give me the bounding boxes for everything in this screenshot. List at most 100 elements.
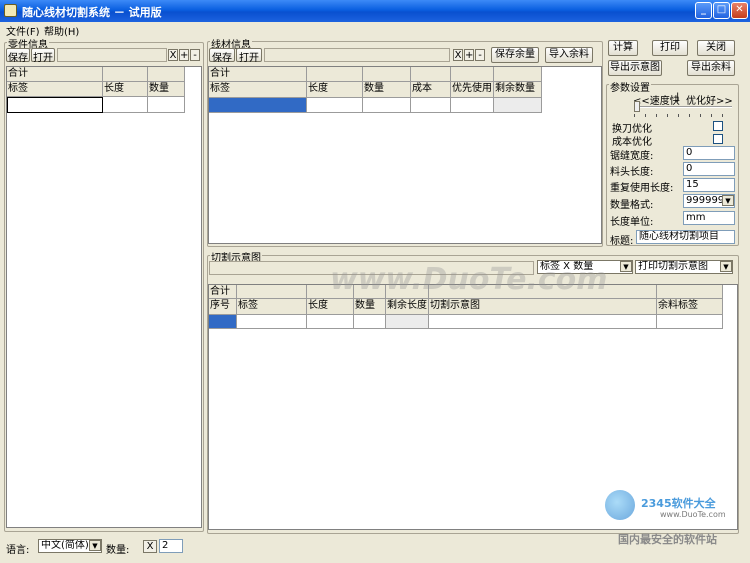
stock-row-qty-cell[interactable] xyxy=(363,98,411,113)
close-button[interactable]: 关闭 xyxy=(697,40,735,56)
cut-grid[interactable]: 合计 序号 标签 长度 数量 剩余长度 切割示意图 余料标签 xyxy=(208,284,738,530)
stock-add-button[interactable]: + xyxy=(464,49,474,61)
save-remain-button[interactable]: 保存余量 xyxy=(491,47,539,63)
parts-col-label[interactable]: 标签 xyxy=(7,82,103,97)
quantity-clear-button[interactable]: X xyxy=(143,540,157,553)
stock-open-button[interactable]: 打开 xyxy=(236,48,262,64)
stock-total-c2 xyxy=(307,67,363,82)
cut-col-remain-label[interactable]: 余料标签 xyxy=(657,299,723,315)
print-mode-dropdown-icon[interactable]: ▼ xyxy=(720,261,732,272)
reuse-length-label: 重复使用长度: xyxy=(610,183,674,194)
stock-total-c5 xyxy=(451,67,494,82)
close-window-button[interactable]: ✕ xyxy=(731,2,748,19)
stock-col-remaining[interactable]: 剩余数量 xyxy=(494,82,542,98)
stock-save-button[interactable]: 保存 xyxy=(209,48,235,64)
qty-format-value: 999999 xyxy=(686,195,725,206)
stock-remove-button[interactable]: - xyxy=(475,49,485,61)
parts-save-button[interactable]: 保存 xyxy=(6,48,30,64)
speed-slider-ticks xyxy=(634,114,732,117)
stock-row-priority-cell[interactable] xyxy=(451,98,494,113)
app-icon xyxy=(4,4,17,17)
parts-row-label-cell[interactable] xyxy=(7,97,103,113)
swap-opt-checkbox[interactable] xyxy=(713,121,723,131)
minimize-button[interactable]: _ xyxy=(695,2,712,19)
stock-col-qty[interactable]: 数量 xyxy=(363,82,411,98)
stock-grid[interactable]: 合计 标签 长度 数量 成本 优先使用 剩余数量 xyxy=(208,66,602,244)
parts-grid[interactable]: 合计 标签 长度 数量 xyxy=(6,66,202,528)
title-input[interactable]: 随心线材切割项目 xyxy=(636,230,735,244)
parts-file-path xyxy=(57,48,167,62)
stock-row-length-cell[interactable] xyxy=(307,98,363,113)
label-format-dropdown-icon[interactable]: ▼ xyxy=(620,261,632,272)
parts-remove-button[interactable]: - xyxy=(190,49,200,61)
cut-row-qty-cell[interactable] xyxy=(354,315,386,329)
window-title: 随心线材切割系统 － 试用版 xyxy=(22,6,162,19)
cut-row-label-cell[interactable] xyxy=(237,315,307,329)
parts-total-len xyxy=(103,67,148,82)
import-remain-button[interactable]: 导入余料 xyxy=(545,47,593,63)
duote-watermark: www.DuoTe.com xyxy=(330,262,608,297)
cut-row-remaining-cell[interactable] xyxy=(386,315,429,329)
language-dropdown-icon[interactable]: ▼ xyxy=(89,540,101,551)
print-mode-select[interactable]: 打印切割示意图 xyxy=(635,260,733,274)
stock-file-path xyxy=(264,48,450,62)
maximize-button[interactable]: □ xyxy=(713,2,730,19)
stock-total-c4 xyxy=(411,67,451,82)
cut-col-label[interactable]: 标签 xyxy=(237,299,307,315)
length-unit-label: 长度单位: xyxy=(610,217,654,228)
title-label: 标题: xyxy=(610,236,634,247)
length-unit-input[interactable]: mm xyxy=(683,211,735,225)
qty-format-dropdown-icon[interactable]: ▼ xyxy=(722,195,734,206)
cut-col-index[interactable]: 序号 xyxy=(209,299,237,315)
calc-button[interactable]: 计算 xyxy=(608,40,638,56)
cut-col-remaining-length[interactable]: 剩余长度 xyxy=(386,299,429,315)
stock-col-cost[interactable]: 成本 xyxy=(411,82,451,98)
language-value: 中文(简体) xyxy=(41,540,89,551)
stock-row-cost-cell[interactable] xyxy=(411,98,451,113)
parts-col-qty[interactable]: 数量 xyxy=(148,82,185,97)
reuse-length-input[interactable]: 15 xyxy=(683,178,735,192)
parts-row-qty-cell[interactable] xyxy=(148,97,185,113)
parts-clear-button[interactable]: X xyxy=(168,49,178,61)
slider-right-label: 优化好>> xyxy=(686,96,733,107)
stock-col-length[interactable]: 长度 xyxy=(307,82,363,98)
cut-row-diagram-cell[interactable] xyxy=(429,315,657,329)
cost-opt-checkbox[interactable] xyxy=(713,134,723,144)
slogan-text: 国内最安全的软件站 xyxy=(618,533,717,546)
quantity-input[interactable]: 2 xyxy=(159,539,183,553)
stock-col-label[interactable]: 标签 xyxy=(209,82,307,98)
parts-total-qty xyxy=(148,67,185,82)
print-button[interactable]: 打印 xyxy=(652,40,688,56)
cut-total-c7 xyxy=(657,285,723,299)
export-remain-button[interactable]: 导出余料 xyxy=(687,60,735,76)
cut-col-qty[interactable]: 数量 xyxy=(354,299,386,315)
export-diagram-button[interactable]: 导出示意图 xyxy=(608,60,662,76)
cost-opt-label: 成本优化 xyxy=(612,137,652,148)
parts-col-length[interactable]: 长度 xyxy=(103,82,148,97)
parts-add-button[interactable]: + xyxy=(179,49,189,61)
slider-left-label: <<速度快 xyxy=(633,96,680,107)
print-mode-value: 打印切割示意图 xyxy=(638,261,708,272)
menu-help[interactable]: 帮助(H) xyxy=(44,23,79,38)
cut-col-length[interactable]: 长度 xyxy=(307,299,354,315)
slider-separator: | xyxy=(676,92,680,103)
parts-row-length-cell[interactable] xyxy=(103,97,148,113)
cut-row-length-cell[interactable] xyxy=(307,315,354,329)
stock-col-priority[interactable]: 优先使用 xyxy=(451,82,494,98)
stock-row-remaining-cell[interactable] xyxy=(494,98,542,113)
stock-row-label-cell[interactable] xyxy=(209,98,307,113)
speed-slider-track[interactable] xyxy=(634,106,732,108)
cut-row-remain-label-cell[interactable] xyxy=(657,315,723,329)
brand-url: www.DuoTe.com xyxy=(660,510,726,519)
language-label: 语言: xyxy=(6,545,30,556)
stock-clear-button[interactable]: X xyxy=(453,49,463,61)
kerf-input[interactable]: 0 xyxy=(683,146,735,160)
menu-bar: 文件(F) 帮助(H) xyxy=(0,22,750,38)
cut-col-diagram[interactable]: 切割示意图 xyxy=(429,299,657,315)
speed-slider-thumb[interactable] xyxy=(634,101,640,112)
quantity-label: 数量: xyxy=(106,545,130,556)
head-length-input[interactable]: 0 xyxy=(683,162,735,176)
title-bar: 随心线材切割系统 － 试用版 _ □ ✕ xyxy=(0,0,750,22)
cut-row-index-cell[interactable] xyxy=(209,315,237,329)
parts-open-button[interactable]: 打开 xyxy=(31,48,55,64)
